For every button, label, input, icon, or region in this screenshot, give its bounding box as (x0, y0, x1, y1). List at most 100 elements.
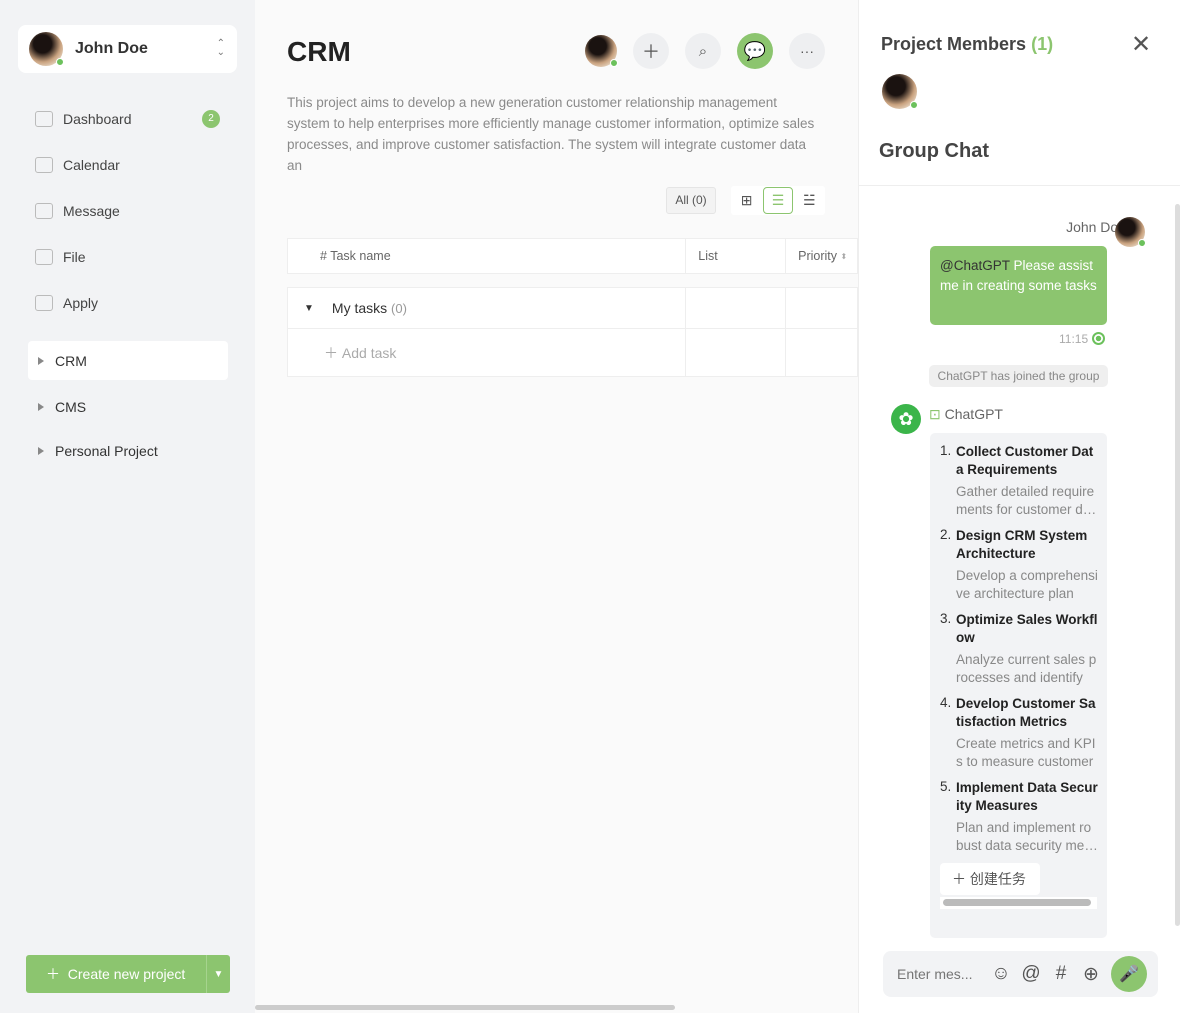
list-view-icon[interactable]: ☰ (762, 187, 793, 214)
project-personal[interactable]: Personal Project (28, 429, 228, 473)
horizontal-scrollbar[interactable] (255, 1005, 675, 1010)
scroll-thumb[interactable] (943, 899, 1091, 906)
user-switcher[interactable]: John Doe ⌃ ⌄ (18, 25, 237, 73)
hashtag-icon[interactable]: # (1047, 963, 1075, 985)
task-title: Optimize Sales Workflow (956, 612, 1098, 645)
view-switcher: ⊞ ☰ ☱ (731, 186, 825, 215)
nav-label: Calendar (63, 157, 120, 173)
badge: 2 (202, 110, 220, 128)
members-label: Project Members (881, 34, 1027, 54)
nav-label: File (63, 249, 86, 265)
nav: Dashboard 2 Calendar Message File Apply (28, 96, 228, 326)
nav-dashboard[interactable]: Dashboard 2 (28, 96, 228, 142)
task-suggestion[interactable]: 1. Collect Customer Data Requirements Gath… (940, 443, 1097, 519)
microphone-button[interactable]: 🎤 (1111, 956, 1147, 992)
col-task-name[interactable]: # Task name (288, 239, 687, 273)
caret-right-icon (38, 403, 44, 411)
search-icon[interactable]: ⌕ (685, 33, 721, 69)
add-circle-icon[interactable]: ⊕ (1077, 963, 1105, 986)
col-priority[interactable]: Priority ⬍ (786, 239, 858, 273)
chat-button[interactable]: 💬 (737, 33, 773, 69)
task-number: 5. (940, 779, 952, 794)
gantt-view-icon[interactable]: ☱ (794, 187, 824, 214)
project-description: This project aims to develop a new gener… (287, 95, 815, 173)
add-task-label: Add task (341, 344, 397, 361)
group-chat-title: Group Chat (879, 140, 989, 162)
project-crm[interactable]: CRM (28, 341, 228, 380)
project-cms[interactable]: CMS (28, 385, 228, 429)
task-suggestion[interactable]: 3. Optimize Sales Workflow Analyze current… (940, 611, 1098, 687)
caret-right-icon (38, 447, 44, 455)
task-suggestions-card: 1. Collect Customer Data Requirements Gath… (930, 433, 1107, 938)
dashboard-icon (35, 111, 53, 127)
nav-file[interactable]: File (28, 234, 228, 280)
sort-icon: ⬍ (840, 251, 848, 261)
task-number: 2. (940, 527, 952, 542)
calendar-icon (35, 157, 53, 173)
vertical-scrollbar[interactable] (1175, 204, 1180, 926)
task-desc: Gather detailed requirements for custome… (956, 484, 1095, 517)
nav-label: Apply (63, 295, 99, 311)
avatar (29, 32, 64, 66)
create-project-button[interactable]: ＋ Create new project ▼ (26, 955, 230, 993)
bot-name: ⊡ ChatGPT (929, 406, 1003, 423)
task-suggestion[interactable]: 4. Develop Customer Satisfaction Metrics C… (940, 695, 1097, 771)
members-count: (1) (1031, 34, 1054, 54)
close-icon[interactable]: ✕ (1131, 30, 1151, 59)
task-number: 3. (940, 611, 952, 626)
member-avatar[interactable] (882, 74, 918, 109)
nav-label: Message (63, 203, 120, 219)
chevron-updown-icon: ⌃ ⌄ (216, 38, 225, 58)
add-task-row[interactable]: ＋ Add task (287, 329, 858, 377)
group-count: (0) (391, 300, 407, 316)
message-input[interactable] (897, 966, 987, 982)
nav-apply[interactable]: Apply (28, 280, 228, 326)
task-desc: Create metrics and KPIs to measure custo… (956, 736, 1096, 769)
task-title: Design CRM System Architecture (956, 528, 1088, 561)
cell (786, 288, 859, 328)
create-task-label: 创建任务 (969, 871, 1026, 887)
chevron-down-icon[interactable]: ▼ (206, 955, 230, 993)
task-desc: Analyze current sales processes and iden… (956, 652, 1097, 685)
nav-message[interactable]: Message (28, 188, 228, 234)
more-icon[interactable]: ··· (789, 33, 825, 69)
task-table: # Task name List Priority ⬍ ▼ My tasks (0… (287, 238, 859, 377)
task-suggestion[interactable]: 2. Design CRM System Architecture Develop … (940, 527, 1098, 603)
system-message: ChatGPT has joined the group (929, 365, 1108, 387)
task-number: 1. (940, 443, 952, 458)
add-button[interactable]: ＋ (633, 33, 669, 69)
card-scrollbar[interactable] (940, 897, 1097, 909)
filter-all[interactable]: All (0) (666, 187, 716, 214)
cell (686, 329, 787, 376)
sidebar: John Doe ⌃ ⌄ Dashboard 2 Calendar Message … (0, 0, 255, 1013)
task-title: Develop Customer Satisfaction Metrics (956, 696, 1096, 729)
nav-calendar[interactable]: Calendar (28, 142, 228, 188)
col-list[interactable]: List (686, 239, 787, 273)
mention[interactable]: @ChatGPT (940, 258, 1010, 273)
online-dot (56, 58, 64, 66)
project-label: CRM (55, 352, 87, 369)
message-bubble: @ChatGPT Please assist me in creating so… (930, 246, 1107, 325)
task-desc: Plan and implement robust data security … (956, 820, 1092, 853)
create-task-button[interactable]: ＋ 创建任务 (940, 863, 1040, 895)
bot-label: ChatGPT (944, 406, 1003, 422)
task-suggestion[interactable]: 5. Implement Data Security Measures Plan a… (940, 779, 1098, 855)
apps-icon (35, 295, 53, 311)
grid-view-icon[interactable]: ⊞ (732, 187, 762, 214)
caret-down-icon[interactable]: ▼ (304, 303, 314, 314)
cell (786, 329, 858, 376)
task-number: 4. (940, 695, 952, 710)
message-icon (35, 203, 53, 219)
group-row[interactable]: ▼ My tasks (0) (287, 287, 859, 329)
robot-icon: ⊡ (929, 406, 941, 422)
message-composer: ☺ @ # ⊕ 🎤 (883, 951, 1158, 997)
create-text: Create new project (67, 966, 186, 982)
mention-icon[interactable]: @ (1017, 963, 1045, 985)
task-desc: Develop a comprehensive architecture pla… (956, 568, 1098, 601)
create-label: ＋ Create new project (46, 966, 186, 982)
add-task-button[interactable]: ＋ Add task (288, 329, 687, 376)
online-dot (910, 101, 918, 109)
member-avatar[interactable] (585, 35, 618, 67)
emoji-icon[interactable]: ☺ (987, 963, 1015, 985)
cell (686, 288, 787, 328)
